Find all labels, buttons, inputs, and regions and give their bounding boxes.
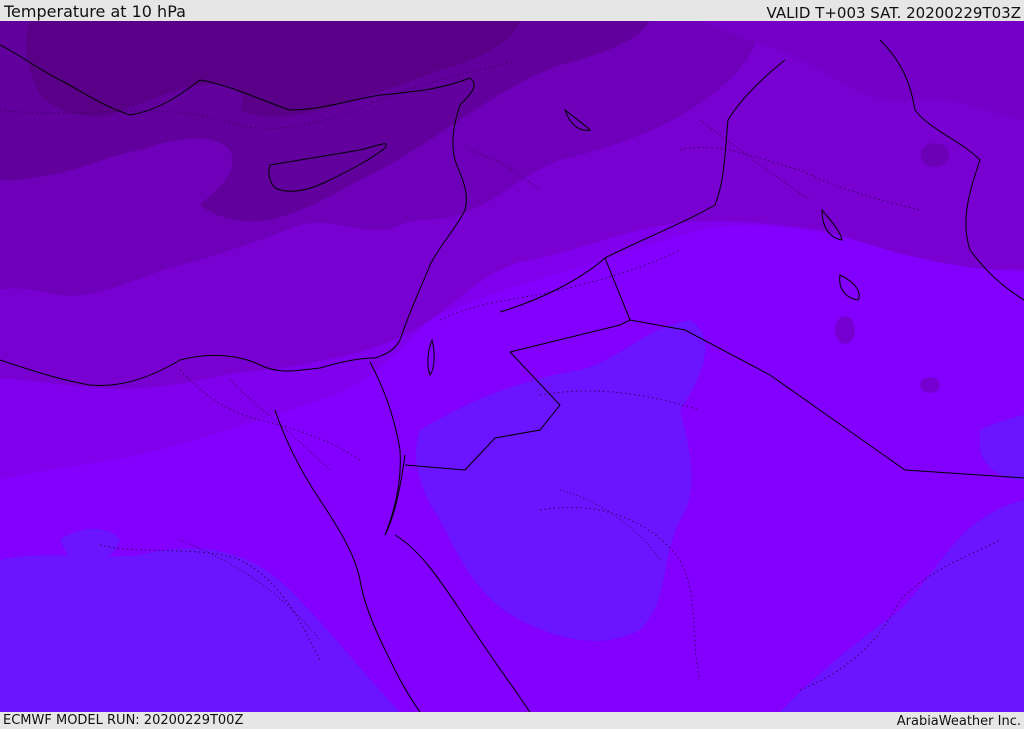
valid-time-label: VALID T+003 SAT. 20200229T03Z	[766, 4, 1021, 22]
field-island-3	[921, 143, 949, 167]
footer-bar: ECMWF MODEL RUN: 20200229T00Z ArabiaWeat…	[0, 712, 1024, 729]
header-bar: Temperature at 10 hPa VALID T+003 SAT. 2…	[0, 0, 1024, 22]
field-island-2	[920, 377, 940, 393]
map-title: Temperature at 10 hPa	[4, 2, 186, 21]
temperature-field-svg	[0, 21, 1024, 712]
weather-map[interactable]	[0, 21, 1024, 712]
credit-label: ArabiaWeather Inc.	[896, 714, 1021, 729]
model-run-label: ECMWF MODEL RUN: 20200229T00Z	[3, 713, 244, 728]
field-island-1	[835, 316, 855, 344]
